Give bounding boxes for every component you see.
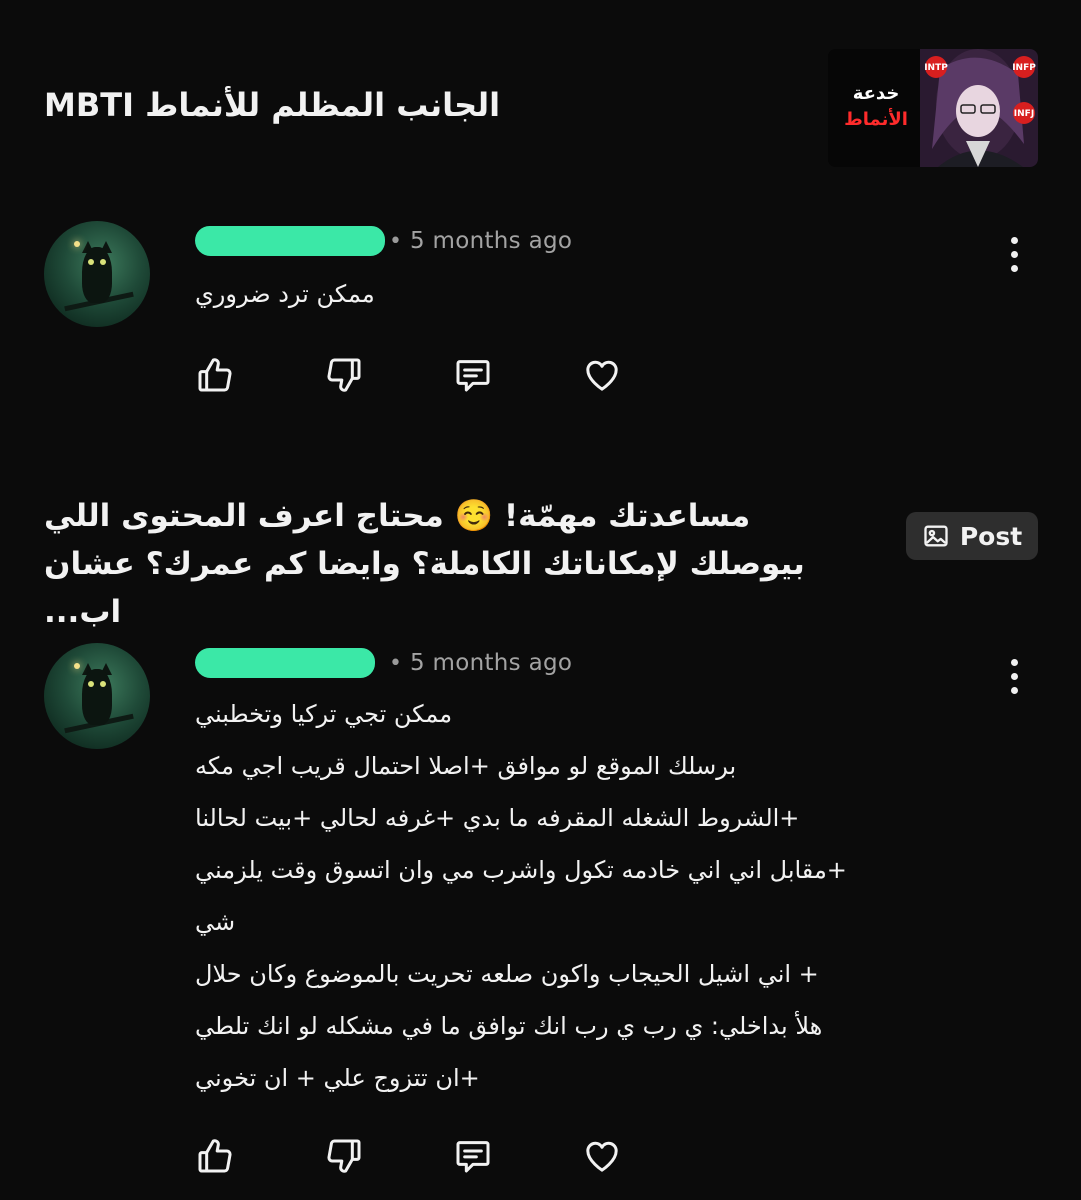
comment-body: ممكن ترد ضروري bbox=[195, 268, 995, 320]
thumbnail-text-1: خدعة bbox=[853, 83, 900, 104]
post-title[interactable]: الجانب المظلم للأنماط MBTI bbox=[44, 86, 764, 124]
post-thumbnail[interactable]: خدعة الأنماط INTP INFP INFJ bbox=[828, 49, 1038, 167]
comment-time: 5 months ago bbox=[409, 228, 573, 254]
comment-line: ممكن تجي تركيا وتخطبني bbox=[195, 700, 453, 728]
more-options-button[interactable] bbox=[996, 654, 1032, 698]
post-button-label: Post bbox=[959, 521, 1023, 551]
comment-time: 5 months ago bbox=[409, 650, 573, 676]
thumbnail-tag-2: INFP bbox=[1012, 63, 1036, 73]
comment-line: ممكن ترد ضروري bbox=[195, 280, 375, 308]
comment-icon bbox=[456, 360, 490, 392]
comment-line: برسلك الموقع لو موافق +اصلا احتمال قريب … bbox=[195, 752, 737, 780]
heart-button[interactable] bbox=[580, 1134, 624, 1178]
reply-button[interactable] bbox=[451, 353, 495, 397]
image-icon bbox=[924, 525, 948, 547]
avatar[interactable] bbox=[44, 643, 150, 749]
comment-line: + اني اشيل الحيجاب واكون صلعه تحريت بالم… bbox=[195, 960, 819, 988]
thumbs-down-icon bbox=[327, 1139, 361, 1173]
thumbs-down-icon bbox=[327, 358, 361, 392]
thumbnail-text-2: الأنماط bbox=[844, 108, 908, 130]
separator-dot: • bbox=[389, 228, 402, 254]
post-header: الجانب المظلم للأنماط MBTI خدعة الأنماط … bbox=[0, 0, 1081, 190]
thumbnail-tag-3: INFJ bbox=[1014, 109, 1034, 119]
heart-icon bbox=[586, 1141, 618, 1172]
comment-line: +الشروط الشغله المقرفه ما بدي +غرفه لحال… bbox=[195, 804, 800, 832]
reply-button[interactable] bbox=[451, 1134, 495, 1178]
suggested-line-2: بيوصلك لإمكاناتك الكاملة؟ وايضا كم عمرك؟… bbox=[44, 546, 805, 630]
comment-icon bbox=[456, 1141, 490, 1173]
comment-actions bbox=[193, 353, 709, 397]
comment-body: ممكن تجي تركيا وتخطبني برسلك الموقع لو م… bbox=[195, 688, 995, 1104]
comment-meta: • 5 months ago bbox=[195, 643, 572, 683]
redacted-username bbox=[195, 226, 385, 256]
more-vertical-icon bbox=[1010, 658, 1018, 666]
comment-line: هلأ بداخلي: ي رب ي رب انك توافق ما في مش… bbox=[195, 1012, 823, 1040]
more-vertical-icon bbox=[1010, 236, 1018, 244]
avatar[interactable] bbox=[44, 221, 150, 327]
suggested-line-1: مساعدتك مهمّة! ☺️ محتاج اعرف المحتوى الل… bbox=[44, 498, 751, 534]
thumbs-up-icon bbox=[198, 1139, 232, 1173]
suggested-text[interactable]: مساعدتك مهمّة! ☺️ محتاج اعرف المحتوى الل… bbox=[44, 492, 884, 636]
thumbnail-image: خدعة الأنماط INTP INFP INFJ bbox=[828, 49, 1038, 167]
comment-line: شي bbox=[195, 908, 236, 936]
post-button[interactable]: Post bbox=[906, 512, 1038, 560]
separator-dot: • bbox=[389, 650, 402, 676]
like-button[interactable] bbox=[193, 353, 237, 397]
heart-button[interactable] bbox=[580, 353, 624, 397]
dislike-button[interactable] bbox=[322, 1134, 366, 1178]
heart-icon bbox=[586, 360, 618, 391]
like-button[interactable] bbox=[193, 1134, 237, 1178]
comment-actions bbox=[193, 1134, 709, 1178]
comment-line: +ان تتزوج علي + ان تخوني bbox=[195, 1064, 480, 1092]
thumbnail-tag-1: INTP bbox=[924, 63, 948, 73]
comment-line: +مقابل اني اني خادمه تكول واشرب مي وان ا… bbox=[195, 856, 847, 884]
redacted-username bbox=[195, 648, 375, 678]
thumbs-up-icon bbox=[198, 358, 232, 392]
comment-meta: • 5 months ago bbox=[195, 221, 572, 261]
dislike-button[interactable] bbox=[322, 353, 366, 397]
more-options-button[interactable] bbox=[996, 232, 1032, 276]
